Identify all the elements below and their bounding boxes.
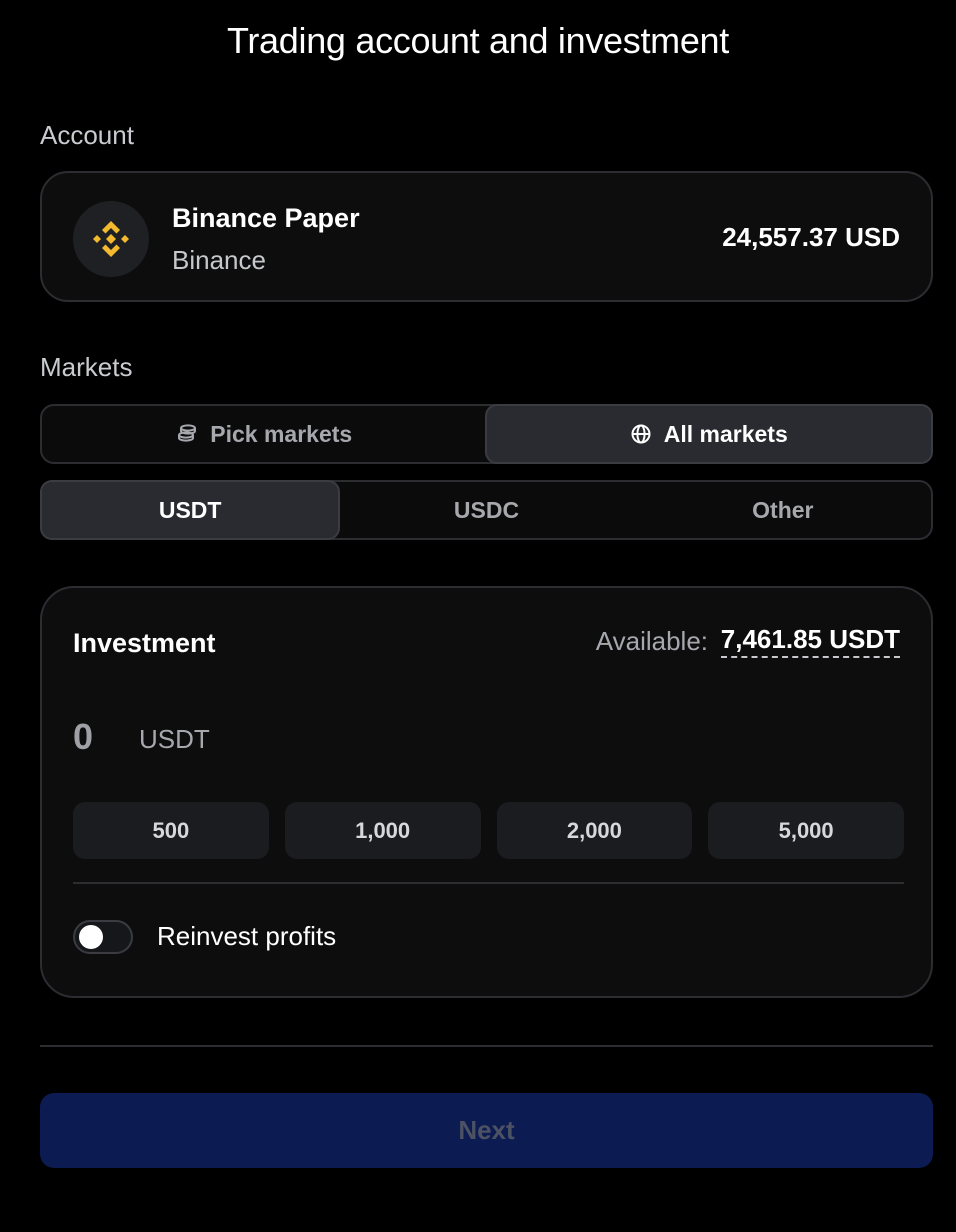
markets-section-label: Markets bbox=[40, 352, 133, 382]
all-markets-option[interactable]: All markets bbox=[484, 404, 933, 464]
account-exchange: Binance bbox=[172, 245, 266, 275]
binance-logo-icon bbox=[73, 201, 149, 277]
preset-2000-button[interactable]: 2,000 bbox=[496, 802, 693, 859]
quote-currency-toggle: USDT USDC Other bbox=[40, 480, 933, 540]
available-label: Available: bbox=[595, 626, 708, 656]
investment-card: Investment Available: 7,461.85 USDT USDT… bbox=[40, 586, 933, 998]
quote-option-usdt[interactable]: USDT bbox=[40, 480, 341, 540]
coins-stack-icon bbox=[176, 423, 198, 445]
amount-unit: USDT bbox=[139, 724, 210, 754]
toggle-knob bbox=[79, 925, 103, 949]
preset-amounts: 500 1,000 2,000 5,000 bbox=[73, 802, 904, 859]
available-balance-link[interactable]: 7,461.85 USDT bbox=[720, 624, 900, 658]
quote-option-other[interactable]: Other bbox=[635, 482, 931, 538]
investment-title: Investment bbox=[73, 628, 216, 658]
reinvest-profits-label: Reinvest profits bbox=[157, 921, 337, 951]
page: Trading account and investment Account B… bbox=[0, 0, 956, 1232]
reinvest-profits-toggle[interactable] bbox=[73, 920, 133, 954]
account-card[interactable]: Binance Paper Binance 24,557.37 USD bbox=[40, 171, 933, 302]
pick-markets-option[interactable]: Pick markets bbox=[42, 406, 487, 462]
preset-500-button[interactable]: 500 bbox=[73, 802, 269, 859]
quote-option-usdc[interactable]: USDC bbox=[338, 482, 634, 538]
all-markets-label: All markets bbox=[663, 420, 788, 447]
account-balance: 24,557.37 USD bbox=[722, 222, 900, 252]
account-name: Binance Paper bbox=[172, 203, 360, 233]
next-button[interactable]: Next bbox=[40, 1093, 933, 1168]
pick-markets-label: Pick markets bbox=[210, 420, 353, 447]
preset-5000-button[interactable]: 5,000 bbox=[708, 802, 904, 859]
account-section-label: Account bbox=[40, 120, 134, 150]
divider bbox=[73, 882, 904, 884]
footer-divider bbox=[40, 1045, 933, 1047]
preset-1000-button[interactable]: 1,000 bbox=[284, 802, 481, 859]
investment-amount-input[interactable] bbox=[73, 716, 123, 758]
market-mode-toggle: Pick markets All markets bbox=[40, 404, 933, 464]
globe-icon bbox=[630, 423, 652, 445]
page-title: Trading account and investment bbox=[227, 20, 729, 61]
